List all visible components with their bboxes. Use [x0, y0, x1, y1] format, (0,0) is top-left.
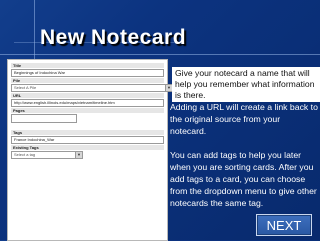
title-input[interactable]: Beginnings of Indochina War	[11, 69, 164, 77]
chevron-down-icon: ▼	[165, 85, 172, 91]
existing-tags-field-label: Existing Tags	[11, 145, 164, 150]
tags-field: Tags France Indochina_War	[11, 130, 164, 144]
title-field: Title Beginnings of Indochina War	[11, 63, 164, 77]
existing-tags-field: Existing Tags Select a tag ▼	[11, 145, 164, 159]
decorative-horizontal-line	[0, 54, 320, 55]
pages-field-label: Pages	[11, 108, 164, 113]
instructions-text: Adding a URL will create a link back to …	[170, 101, 318, 209]
url-field-label: URL	[11, 93, 164, 98]
notecard-form-screenshot: Title Beginnings of Indochina War Pile S…	[7, 59, 173, 241]
url-input[interactable]: http://www.english.illinois.edu/maps/vie…	[11, 99, 164, 107]
url-caption: Adding a URL will create a link back to …	[170, 102, 318, 136]
pile-select-value: Select A Pile	[14, 85, 37, 90]
title-field-label: Title	[11, 63, 164, 68]
next-button[interactable]: NEXT	[256, 214, 312, 236]
tags-caption: You can add tags to help you later when …	[170, 150, 317, 208]
tags-input[interactable]: France Indochina_War	[11, 136, 164, 144]
url-field: URL http://www.english.illinois.edu/maps…	[11, 93, 164, 107]
existing-tags-select[interactable]: Select a tag ▼	[11, 151, 83, 159]
pile-select[interactable]: Select A Pile ▼	[11, 84, 173, 92]
pile-field-label: Pile	[11, 78, 164, 83]
existing-tags-select-value: Select a tag	[14, 152, 36, 157]
pages-field: Pages	[11, 108, 164, 123]
chevron-down-icon: ▼	[75, 152, 82, 158]
tags-field-label: Tags	[11, 130, 164, 135]
pile-field: Pile Select A Pile ▼	[11, 78, 173, 92]
pages-input[interactable]	[11, 114, 77, 123]
name-caption: Give your notecard a name that will help…	[172, 67, 320, 102]
slide-title: New Notecard	[40, 26, 187, 49]
